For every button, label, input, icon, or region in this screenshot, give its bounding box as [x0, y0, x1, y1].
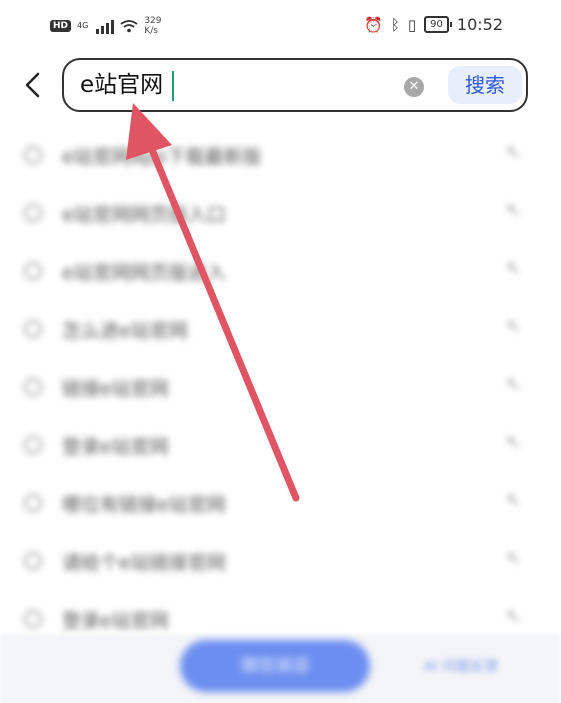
battery-icon: 90	[424, 16, 452, 33]
search-icon	[24, 262, 42, 280]
fill-arrow-icon[interactable]: ↖	[506, 490, 521, 511]
alarm-icon: ⏰	[364, 15, 383, 34]
suggestion-item[interactable]: 请给个e站链接官网 ↖	[0, 532, 561, 590]
search-button[interactable]: 搜索	[448, 66, 522, 104]
fill-arrow-icon[interactable]: ↖	[506, 432, 521, 453]
suggestion-list: e站官网app下载最新版 ↖ e站官网网页版入口 ↖ e站官网网页版进入 ↖ 怎…	[0, 126, 561, 648]
suggestion-item[interactable]: e站官网网页版进入 ↖	[0, 242, 561, 300]
suggestion-text: e站官网app下载最新版	[62, 146, 262, 168]
status-right: ⏰ ᛒ ▯ 90 10:52	[364, 15, 503, 34]
status-bar: HD 4G 329 K/s ⏰ ᛒ ▯ 90 10:52	[0, 0, 561, 54]
search-input[interactable]: e站官网	[80, 70, 163, 100]
wifi-icon	[120, 20, 138, 33]
signal-icon	[96, 18, 115, 34]
fill-arrow-icon[interactable]: ↖	[506, 374, 521, 395]
suggestion-text: 请给个e站链接官网	[62, 552, 226, 574]
suggestion-text: 哪位有链接e站官网	[62, 494, 226, 516]
search-icon	[24, 494, 42, 512]
suggestion-text: 登录e站官网	[62, 436, 169, 458]
suggestion-text: e站官网网页版进入	[62, 262, 226, 284]
search-icon	[24, 436, 42, 454]
fill-arrow-icon[interactable]: ↖	[506, 606, 521, 627]
suggestion-text: 登录e站官网	[62, 610, 169, 632]
suggestion-item[interactable]: 哪位有链接e站官网 ↖	[0, 474, 561, 532]
chevron-left-icon[interactable]	[18, 70, 48, 100]
search-icon	[24, 204, 42, 222]
suggestion-item[interactable]: 怎么进e站官网 ↖	[0, 300, 561, 358]
suggestion-item[interactable]: 链接e站官网 ↖	[0, 358, 561, 416]
network-type: 4G	[77, 21, 89, 30]
search-icon	[24, 610, 42, 628]
suggestion-text: e站官网网页版入口	[62, 204, 226, 226]
fill-arrow-icon[interactable]: ↖	[506, 200, 521, 221]
suggestion-item[interactable]: e站官网app下载最新版 ↖	[0, 126, 561, 184]
search-icon	[24, 378, 42, 396]
bluetooth-icon: ᛒ	[390, 15, 400, 34]
search-icon	[24, 146, 42, 164]
network-speed: 329 K/s	[144, 16, 161, 36]
vibrate-icon: ▯	[407, 15, 417, 34]
fill-arrow-icon[interactable]: ↖	[506, 548, 521, 569]
clock: 10:52	[456, 15, 503, 34]
text-cursor	[172, 71, 174, 101]
search-icon	[24, 320, 42, 338]
fill-arrow-icon[interactable]: ↖	[506, 316, 521, 337]
voice-input-label: 按住说话	[241, 656, 309, 676]
suggestion-text: 怎么进e站官网	[62, 320, 188, 342]
speed-unit: K/s	[144, 26, 158, 36]
fill-arrow-icon[interactable]: ↖	[506, 142, 521, 163]
suggestion-item[interactable]: e站官网网页版入口 ↖	[0, 184, 561, 242]
close-circle-icon[interactable]: ✕	[404, 77, 424, 97]
speed-value: 329	[144, 16, 162, 26]
suggestion-item[interactable]: 登录e站官网 ↖	[0, 416, 561, 474]
search-bar[interactable]: e站官网 ✕ 搜索	[62, 58, 528, 112]
status-left: HD 4G 329 K/s	[50, 16, 162, 36]
fill-arrow-icon[interactable]: ↖	[506, 258, 521, 279]
suggestion-text: 链接e站官网	[62, 378, 169, 400]
search-icon	[24, 552, 42, 570]
hd-icon: HD	[50, 20, 72, 32]
feedback-link[interactable]: AI 问题反馈	[424, 656, 498, 676]
